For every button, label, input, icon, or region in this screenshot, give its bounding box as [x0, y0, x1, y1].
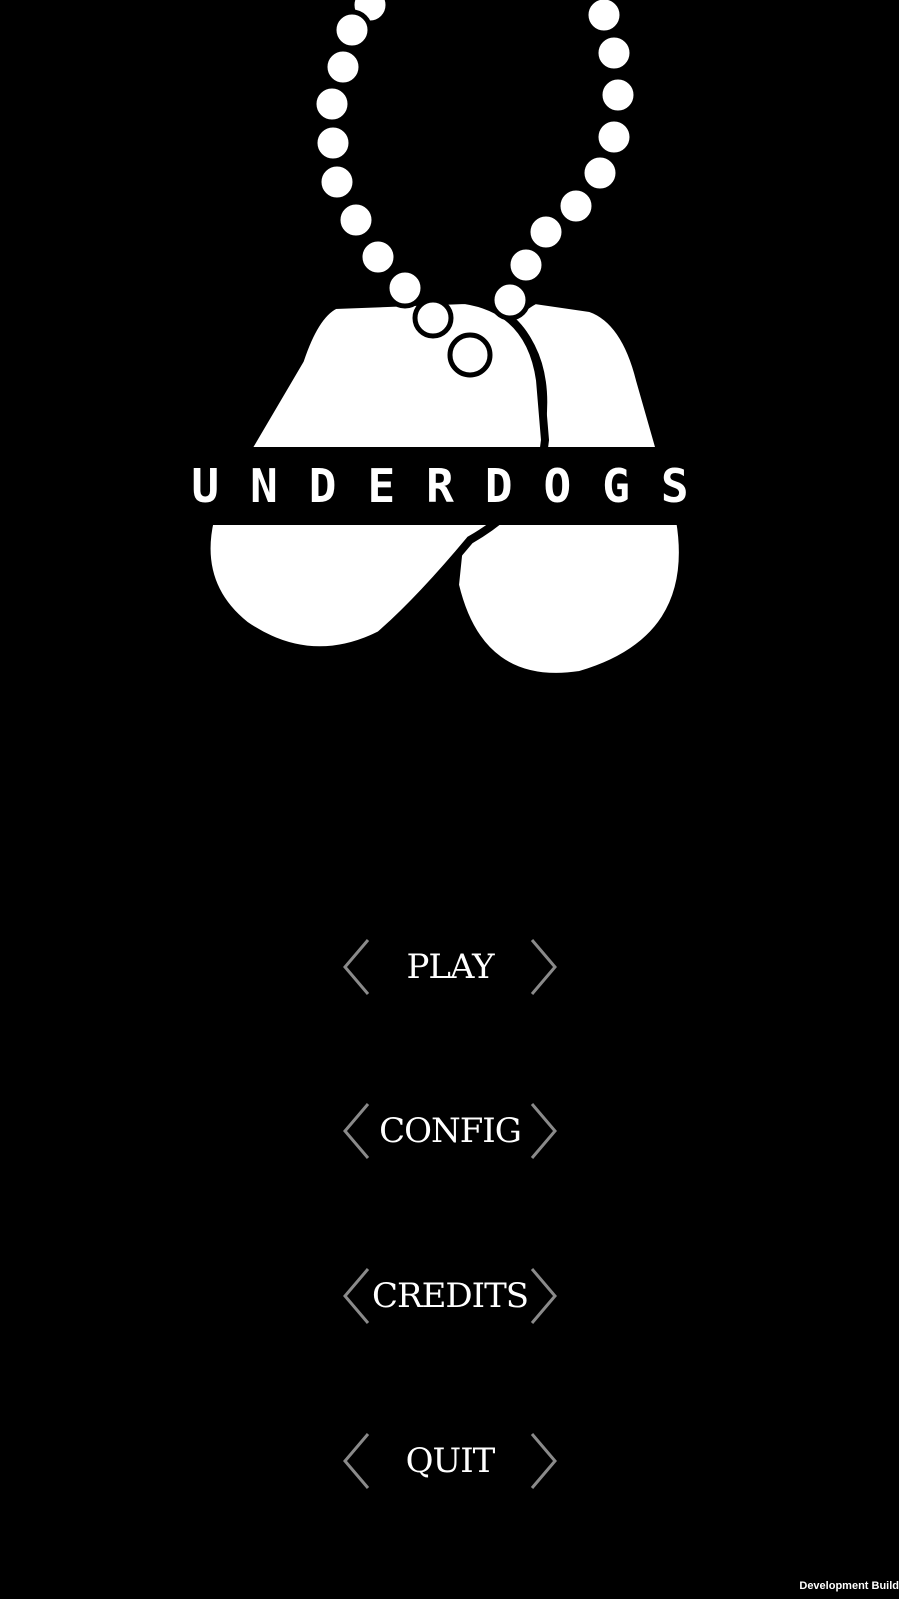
play-button[interactable]: PLAY [340, 935, 560, 999]
quit-label: QUIT [405, 1441, 496, 1481]
chevron-right-icon [530, 939, 557, 995]
config-label: CONFIG [379, 1111, 522, 1151]
chevron-left-icon [343, 1103, 370, 1159]
quit-button[interactable]: QUIT [340, 1429, 560, 1493]
chevron-right-icon [530, 1433, 557, 1489]
credits-label: CREDITS [371, 1276, 529, 1316]
chevron-left-icon [343, 939, 370, 995]
config-button[interactable]: CONFIG [340, 1099, 560, 1163]
chevron-right-icon [530, 1103, 557, 1159]
dog-tags-logo-icon [202, 0, 687, 681]
credits-button[interactable]: CREDITS [340, 1264, 560, 1328]
development-build-label: Development Build [799, 1580, 899, 1592]
chevron-left-icon [343, 1433, 370, 1489]
title-band: UNDERDOGS [120, 447, 760, 525]
game-title: UNDERDOGS [191, 459, 720, 513]
chevron-left-icon [343, 1268, 370, 1324]
play-label: PLAY [406, 947, 494, 987]
chevron-right-icon [530, 1268, 557, 1324]
